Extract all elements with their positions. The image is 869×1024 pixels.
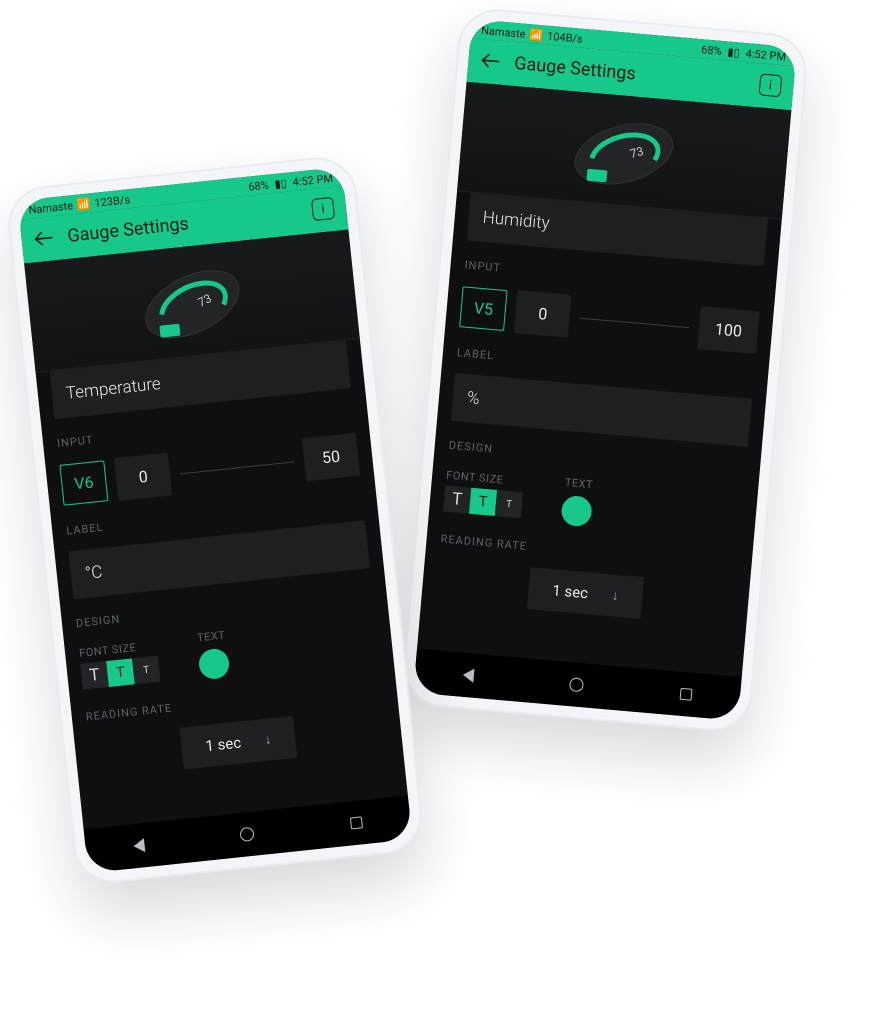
reading-rate-selector[interactable]: 1 sec ↓	[179, 716, 297, 770]
settings-body: Temperature INPUT V6 0 50 LABEL °C DESIG…	[36, 339, 408, 830]
reading-rate-value: 1 sec	[552, 581, 589, 602]
net-speed: 104B/s	[547, 30, 584, 46]
battery-icon: ▮▯	[274, 177, 287, 191]
fontsize-label: FONT SIZE	[446, 469, 525, 489]
input-row: V5 0 100	[459, 285, 760, 354]
fontsize-large[interactable]: T	[443, 486, 471, 514]
signal-icon: 📶	[76, 197, 91, 211]
min-value-input[interactable]: 0	[114, 453, 172, 501]
carrier-label: Namaste	[481, 24, 527, 41]
nav-recent-icon[interactable]	[679, 688, 692, 701]
info-button[interactable]: i	[311, 197, 335, 221]
back-button[interactable]	[480, 52, 501, 70]
phone-mock-left: Namaste 📶 123B/s 68% ▮▯ 4:52 PM Gauge Se…	[4, 154, 425, 887]
range-divider	[579, 307, 690, 336]
label-input[interactable]: %	[451, 373, 752, 447]
text-color-label: TEXT	[564, 476, 593, 491]
fontsize-small[interactable]: T	[495, 490, 523, 518]
net-speed: 123B/s	[94, 193, 131, 210]
reading-rate-selector[interactable]: 1 sec ↓	[527, 567, 644, 619]
fontsize-medium[interactable]: T	[469, 488, 497, 516]
page-title: Gauge Settings	[514, 52, 747, 93]
fontsize-options: T T T	[443, 486, 523, 519]
pin-selector[interactable]: V5	[459, 286, 508, 331]
screen: Namaste 📶 104B/s 68% ▮▯ 4:52 PM Gauge Se…	[413, 19, 797, 721]
info-button[interactable]: i	[759, 73, 783, 97]
screen: Namaste 📶 123B/s 68% ▮▯ 4:52 PM Gauge Se…	[18, 167, 413, 873]
clock: 4:52 PM	[745, 47, 786, 63]
range-divider	[179, 451, 295, 483]
nav-home-icon[interactable]	[569, 677, 584, 692]
design-row: FONT SIZE T T T TEXT	[443, 466, 744, 541]
nav-back-icon[interactable]	[462, 668, 474, 683]
fontsize-options: T T T	[80, 656, 160, 690]
nav-home-icon[interactable]	[240, 827, 255, 842]
text-color-picker[interactable]	[560, 495, 593, 528]
chevron-down-icon: ↓	[264, 731, 272, 748]
fontsize-large[interactable]: T	[80, 661, 109, 690]
battery-icon: ▮▯	[727, 45, 740, 59]
text-color-picker[interactable]	[198, 647, 231, 680]
max-value-input[interactable]: 50	[302, 433, 360, 481]
phone-mock-right: Namaste 📶 104B/s 68% ▮▯ 4:52 PM Gauge Se…	[400, 6, 810, 734]
battery-pct: 68%	[248, 179, 270, 194]
battery-pct: 68%	[701, 43, 722, 58]
signal-icon: 📶	[529, 28, 544, 42]
fontsize-medium[interactable]: T	[106, 658, 135, 687]
reading-rate-value: 1 sec	[205, 734, 242, 756]
max-value-input[interactable]: 100	[697, 306, 760, 354]
nav-back-icon[interactable]	[133, 838, 145, 853]
back-button[interactable]	[33, 229, 55, 247]
min-value-input[interactable]: 0	[514, 290, 572, 338]
nav-recent-icon[interactable]	[350, 816, 363, 829]
fontsize-small[interactable]: T	[132, 656, 161, 685]
settings-body: Humidity INPUT V5 0 100 LABEL % DESIGN F…	[417, 191, 782, 677]
chevron-down-icon: ↓	[611, 587, 619, 604]
pin-selector[interactable]: V6	[59, 460, 108, 505]
text-color-label: TEXT	[196, 629, 225, 645]
